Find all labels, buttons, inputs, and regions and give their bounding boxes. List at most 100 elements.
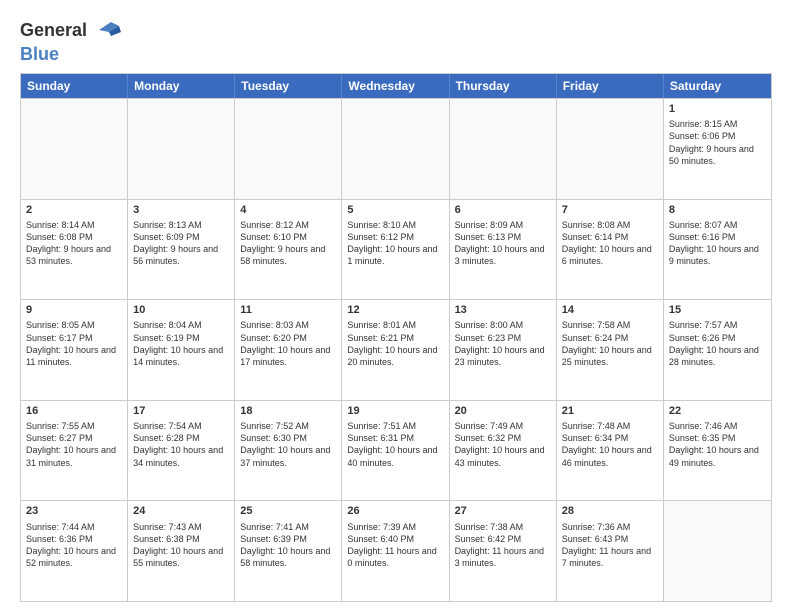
cell-info-text: Sunrise: 7:36 AM Sunset: 6:43 PM Dayligh… (562, 521, 658, 570)
day-header-friday: Friday (557, 74, 664, 98)
logo-blue-text: Blue (20, 44, 59, 64)
day-number: 7 (562, 203, 658, 217)
day-number: 8 (669, 203, 766, 217)
cell-info-text: Sunrise: 7:41 AM Sunset: 6:39 PM Dayligh… (240, 521, 336, 570)
cell-info-text: Sunrise: 8:08 AM Sunset: 6:14 PM Dayligh… (562, 219, 658, 268)
calendar-cell-3-7: 15 Sunrise: 7:57 AM Sunset: 6:26 PM Dayli… (664, 300, 771, 400)
day-number: 6 (455, 203, 551, 217)
day-number: 20 (455, 404, 551, 418)
calendar-cell-3-6: 14 Sunrise: 7:58 AM Sunset: 6:24 PM Dayli… (557, 300, 664, 400)
calendar-cell-3-5: 13 Sunrise: 8:00 AM Sunset: 6:23 PM Dayli… (450, 300, 557, 400)
calendar-cell-2-1: 2 Sunrise: 8:14 AM Sunset: 6:08 PM Daylig… (21, 200, 128, 300)
calendar-cell-5-3: 25 Sunrise: 7:41 AM Sunset: 6:39 PM Dayli… (235, 501, 342, 601)
cell-info-text: Sunrise: 7:52 AM Sunset: 6:30 PM Dayligh… (240, 420, 336, 469)
calendar-cell-2-5: 6 Sunrise: 8:09 AM Sunset: 6:13 PM Daylig… (450, 200, 557, 300)
calendar-cell-5-2: 24Sunrise: 7:43 AM Sunset: 6:38 PM Dayli… (128, 501, 235, 601)
cell-info-text: Sunrise: 7:46 AM Sunset: 6:35 PM Dayligh… (669, 420, 766, 469)
calendar-row-4: 16 Sunrise: 7:55 AM Sunset: 6:27 PM Dayli… (21, 400, 771, 501)
cell-info-text: Sunrise: 7:55 AM Sunset: 6:27 PM Dayligh… (26, 420, 122, 469)
day-header-sunday: Sunday (21, 74, 128, 98)
calendar-cell-5-7 (664, 501, 771, 601)
cell-info-text: Sunrise: 7:54 AM Sunset: 6:28 PM Dayligh… (133, 420, 229, 469)
day-number: 12 (347, 303, 443, 317)
cell-info-text: Sunrise: 8:00 AM Sunset: 6:23 PM Dayligh… (455, 319, 551, 368)
cell-info-text: Sunrise: 8:15 AM Sunset: 6:06 PM Dayligh… (669, 118, 766, 167)
day-number: 25 (240, 504, 336, 518)
day-number: 22 (669, 404, 766, 418)
calendar-cell-5-5: 27Sunrise: 7:38 AM Sunset: 6:42 PM Dayli… (450, 501, 557, 601)
calendar-row-5: 23Sunrise: 7:44 AM Sunset: 6:36 PM Dayli… (21, 500, 771, 601)
day-header-monday: Monday (128, 74, 235, 98)
cell-info-text: Sunrise: 8:14 AM Sunset: 6:08 PM Dayligh… (26, 219, 122, 268)
calendar-cell-1-1 (21, 99, 128, 199)
day-number: 17 (133, 404, 229, 418)
cell-info-text: Sunrise: 8:13 AM Sunset: 6:09 PM Dayligh… (133, 219, 229, 268)
day-number: 11 (240, 303, 336, 317)
logo: General Blue (20, 16, 121, 65)
calendar-cell-4-3: 18 Sunrise: 7:52 AM Sunset: 6:30 PM Dayli… (235, 401, 342, 501)
cell-info-text: Sunrise: 8:12 AM Sunset: 6:10 PM Dayligh… (240, 219, 336, 268)
calendar-cell-5-6: 28Sunrise: 7:36 AM Sunset: 6:43 PM Dayli… (557, 501, 664, 601)
calendar-cell-1-2 (128, 99, 235, 199)
day-number: 5 (347, 203, 443, 217)
day-number: 10 (133, 303, 229, 317)
calendar: SundayMondayTuesdayWednesdayThursdayFrid… (20, 73, 772, 602)
calendar-cell-3-2: 10 Sunrise: 8:04 AM Sunset: 6:19 PM Dayli… (128, 300, 235, 400)
calendar-cell-4-1: 16 Sunrise: 7:55 AM Sunset: 6:27 PM Dayli… (21, 401, 128, 501)
day-header-saturday: Saturday (664, 74, 771, 98)
day-number: 18 (240, 404, 336, 418)
logo-general-text: General (20, 20, 87, 41)
header: General Blue (20, 16, 772, 65)
cell-info-text: Sunrise: 8:05 AM Sunset: 6:17 PM Dayligh… (26, 319, 122, 368)
calendar-cell-4-6: 21Sunrise: 7:48 AM Sunset: 6:34 PM Dayli… (557, 401, 664, 501)
cell-info-text: Sunrise: 7:58 AM Sunset: 6:24 PM Dayligh… (562, 319, 658, 368)
day-number: 1 (669, 102, 766, 116)
cell-info-text: Sunrise: 7:49 AM Sunset: 6:32 PM Dayligh… (455, 420, 551, 469)
calendar-cell-4-4: 19Sunrise: 7:51 AM Sunset: 6:31 PM Dayli… (342, 401, 449, 501)
day-number: 14 (562, 303, 658, 317)
calendar-cell-2-7: 8 Sunrise: 8:07 AM Sunset: 6:16 PM Daylig… (664, 200, 771, 300)
logo-bird-icon (89, 16, 121, 44)
day-number: 13 (455, 303, 551, 317)
cell-info-text: Sunrise: 8:10 AM Sunset: 6:12 PM Dayligh… (347, 219, 443, 268)
calendar-row-2: 2 Sunrise: 8:14 AM Sunset: 6:08 PM Daylig… (21, 199, 771, 300)
cell-info-text: Sunrise: 7:57 AM Sunset: 6:26 PM Dayligh… (669, 319, 766, 368)
calendar-cell-3-4: 12 Sunrise: 8:01 AM Sunset: 6:21 PM Dayli… (342, 300, 449, 400)
cell-info-text: Sunrise: 7:48 AM Sunset: 6:34 PM Dayligh… (562, 420, 658, 469)
day-number: 9 (26, 303, 122, 317)
calendar-cell-5-1: 23Sunrise: 7:44 AM Sunset: 6:36 PM Dayli… (21, 501, 128, 601)
day-number: 16 (26, 404, 122, 418)
day-header-wednesday: Wednesday (342, 74, 449, 98)
cell-info-text: Sunrise: 8:09 AM Sunset: 6:13 PM Dayligh… (455, 219, 551, 268)
calendar-cell-4-2: 17 Sunrise: 7:54 AM Sunset: 6:28 PM Dayli… (128, 401, 235, 501)
day-number: 2 (26, 203, 122, 217)
day-number: 24 (133, 504, 229, 518)
calendar-cell-1-4 (342, 99, 449, 199)
calendar-cell-5-4: 26 Sunrise: 7:39 AM Sunset: 6:40 PM Dayli… (342, 501, 449, 601)
day-header-tuesday: Tuesday (235, 74, 342, 98)
calendar-cell-2-4: 5 Sunrise: 8:10 AM Sunset: 6:12 PM Daylig… (342, 200, 449, 300)
cell-info-text: Sunrise: 8:04 AM Sunset: 6:19 PM Dayligh… (133, 319, 229, 368)
calendar-cell-1-7: 1 Sunrise: 8:15 AM Sunset: 6:06 PM Daylig… (664, 99, 771, 199)
calendar-row-1: 1 Sunrise: 8:15 AM Sunset: 6:06 PM Daylig… (21, 98, 771, 199)
calendar-cell-2-3: 4 Sunrise: 8:12 AM Sunset: 6:10 PM Daylig… (235, 200, 342, 300)
cell-info-text: Sunrise: 8:07 AM Sunset: 6:16 PM Dayligh… (669, 219, 766, 268)
calendar-cell-1-6 (557, 99, 664, 199)
cell-info-text: Sunrise: 7:39 AM Sunset: 6:40 PM Dayligh… (347, 521, 443, 570)
cell-info-text: Sunrise: 7:44 AM Sunset: 6:36 PM Dayligh… (26, 521, 122, 570)
calendar-cell-3-3: 11 Sunrise: 8:03 AM Sunset: 6:20 PM Dayli… (235, 300, 342, 400)
calendar-cell-2-2: 3 Sunrise: 8:13 AM Sunset: 6:09 PM Daylig… (128, 200, 235, 300)
cell-info-text: Sunrise: 8:03 AM Sunset: 6:20 PM Dayligh… (240, 319, 336, 368)
cell-info-text: Sunrise: 8:01 AM Sunset: 6:21 PM Dayligh… (347, 319, 443, 368)
day-number: 26 (347, 504, 443, 518)
calendar-cell-4-7: 22 Sunrise: 7:46 AM Sunset: 6:35 PM Dayli… (664, 401, 771, 501)
day-number: 15 (669, 303, 766, 317)
day-number: 4 (240, 203, 336, 217)
calendar-cell-3-1: 9 Sunrise: 8:05 AM Sunset: 6:17 PM Daylig… (21, 300, 128, 400)
calendar-cell-4-5: 20 Sunrise: 7:49 AM Sunset: 6:32 PM Dayli… (450, 401, 557, 501)
calendar-cell-2-6: 7 Sunrise: 8:08 AM Sunset: 6:14 PM Daylig… (557, 200, 664, 300)
day-number: 3 (133, 203, 229, 217)
cell-info-text: Sunrise: 7:38 AM Sunset: 6:42 PM Dayligh… (455, 521, 551, 570)
day-number: 19 (347, 404, 443, 418)
calendar-row-3: 9 Sunrise: 8:05 AM Sunset: 6:17 PM Daylig… (21, 299, 771, 400)
